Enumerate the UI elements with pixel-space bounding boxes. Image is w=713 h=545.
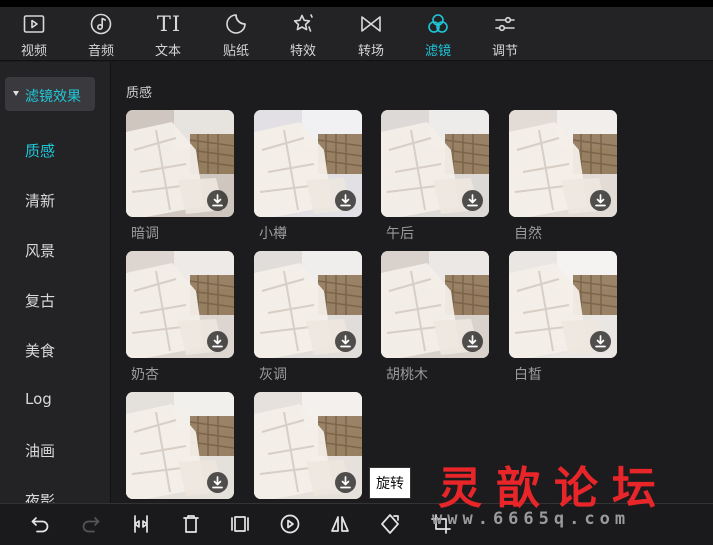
filter-card[interactable]: 小樽 — [254, 110, 362, 242]
tab-video-label: 视频 — [20, 44, 47, 59]
filter-category-sidebar: 滤镜效果 质感 清新 风景 复古 美食 Log 油画 夜影 — [0, 62, 111, 510]
audio-icon — [89, 12, 113, 36]
redo-icon — [80, 517, 102, 539]
tab-effects-label: 特效 — [289, 44, 316, 59]
filter-thumbnail — [509, 251, 617, 358]
filter-thumbnail — [254, 251, 362, 358]
collapse-triangle-icon — [13, 91, 19, 96]
undo-icon — [29, 517, 51, 539]
download-icon[interactable] — [335, 472, 356, 493]
reverse-button[interactable] — [279, 513, 301, 535]
filter-card[interactable]: 白皙 — [509, 251, 617, 383]
tab-effects[interactable]: 特效 — [271, 7, 335, 61]
tab-filter-label: 滤镜 — [424, 44, 451, 59]
video-icon — [22, 12, 46, 36]
tab-filter[interactable]: 滤镜 — [406, 7, 470, 61]
rotate-tooltip: 旋转 — [369, 467, 411, 499]
transition-icon — [359, 12, 383, 36]
tab-sticker-label: 贴纸 — [222, 44, 249, 59]
delete-button[interactable] — [180, 513, 202, 535]
undo-button[interactable] — [29, 513, 51, 535]
freeze-frame-button[interactable] — [229, 513, 251, 535]
split-button[interactable] — [130, 513, 152, 535]
tab-text-label: 文本 — [154, 44, 181, 59]
download-icon[interactable] — [207, 331, 228, 352]
filter-card[interactable]: 胡桃木 — [381, 251, 489, 383]
tab-adjust[interactable]: 调节 — [473, 7, 537, 61]
tab-transition-label: 转场 — [357, 44, 384, 59]
watermark-url: www.6665q.com — [432, 509, 631, 529]
tab-sticker[interactable]: 贴纸 — [204, 7, 268, 61]
download-icon[interactable] — [462, 331, 483, 352]
filter-icon — [426, 12, 450, 36]
sidebar-item-fresh[interactable]: 清新 — [25, 190, 55, 211]
filter-name: 胡桃木 — [386, 367, 428, 383]
category-group-label: 滤镜效果 — [25, 89, 81, 105]
download-icon[interactable] — [590, 190, 611, 211]
filter-thumbnail — [254, 110, 362, 217]
filter-name: 自然 — [514, 226, 542, 242]
tab-audio[interactable]: 音频 — [69, 7, 133, 61]
tab-transition[interactable]: 转场 — [339, 7, 403, 61]
filter-card[interactable] — [126, 392, 234, 499]
window-top-strip — [0, 0, 713, 7]
filter-name: 白皙 — [514, 367, 542, 383]
redo-button[interactable] — [80, 513, 102, 535]
filter-card[interactable]: 奶杏 — [126, 251, 234, 383]
tab-adjust-label: 调节 — [491, 44, 518, 59]
filter-thumbnail — [381, 251, 489, 358]
sidebar-item-food[interactable]: 美食 — [25, 340, 55, 361]
sidebar-item-log[interactable]: Log — [25, 390, 52, 408]
effects-icon — [291, 12, 315, 36]
tab-video[interactable]: 视频 — [2, 7, 66, 61]
text-icon: TI — [156, 12, 182, 36]
category-group-header[interactable]: 滤镜效果 — [5, 77, 95, 111]
filter-name: 奶杏 — [131, 367, 159, 383]
rotate-button[interactable] — [379, 513, 401, 535]
watermark-title: 灵歆论坛 — [438, 463, 670, 514]
download-icon[interactable] — [207, 472, 228, 493]
filter-name: 暗调 — [131, 226, 159, 242]
main-toolbar: 视频 音频 TI 文本 贴纸 特效 转场 滤镜 调节 — [0, 7, 713, 61]
filter-card[interactable]: 自然 — [509, 110, 617, 242]
download-icon[interactable] — [462, 190, 483, 211]
filter-card[interactable] — [254, 392, 362, 499]
filter-thumbnail — [509, 110, 617, 217]
split-icon — [130, 515, 152, 539]
filter-name: 灰调 — [259, 367, 287, 383]
rotate-icon — [379, 514, 401, 539]
mirror-icon — [329, 516, 351, 539]
tab-text[interactable]: TI 文本 — [136, 7, 200, 61]
filter-thumbnail — [126, 392, 234, 499]
sidebar-item-scenery[interactable]: 风景 — [25, 240, 55, 261]
filter-card[interactable]: 灰调 — [254, 251, 362, 383]
filter-card[interactable]: 暗调 — [126, 110, 234, 242]
filter-thumbnail — [126, 110, 234, 217]
filter-thumbnail — [381, 110, 489, 217]
sidebar-item-oil-painting[interactable]: 油画 — [25, 440, 55, 461]
sticker-icon — [224, 12, 248, 36]
filter-thumbnail — [254, 392, 362, 499]
delete-icon — [180, 515, 202, 539]
freeze-frame-icon — [229, 516, 251, 539]
mirror-button[interactable] — [329, 513, 351, 535]
section-title: 质感 — [126, 86, 153, 101]
filter-thumbnail — [126, 251, 234, 358]
tab-audio-label: 音频 — [87, 44, 114, 59]
download-icon[interactable] — [335, 190, 356, 211]
download-icon[interactable] — [207, 190, 228, 211]
filter-card[interactable]: 午后 — [381, 110, 489, 242]
download-icon[interactable] — [335, 331, 356, 352]
adjust-icon — [493, 12, 517, 36]
filter-grid-panel: 质感 暗调 小樽 午后 自然奶杏 灰调 胡桃木 白皙 — [112, 62, 713, 503]
sidebar-item-retro[interactable]: 复古 — [25, 290, 55, 311]
download-icon[interactable] — [590, 331, 611, 352]
filter-name: 小樽 — [259, 226, 287, 242]
filter-name: 午后 — [386, 226, 414, 242]
sidebar-item-texture[interactable]: 质感 — [25, 140, 55, 161]
reverse-icon — [279, 514, 301, 539]
